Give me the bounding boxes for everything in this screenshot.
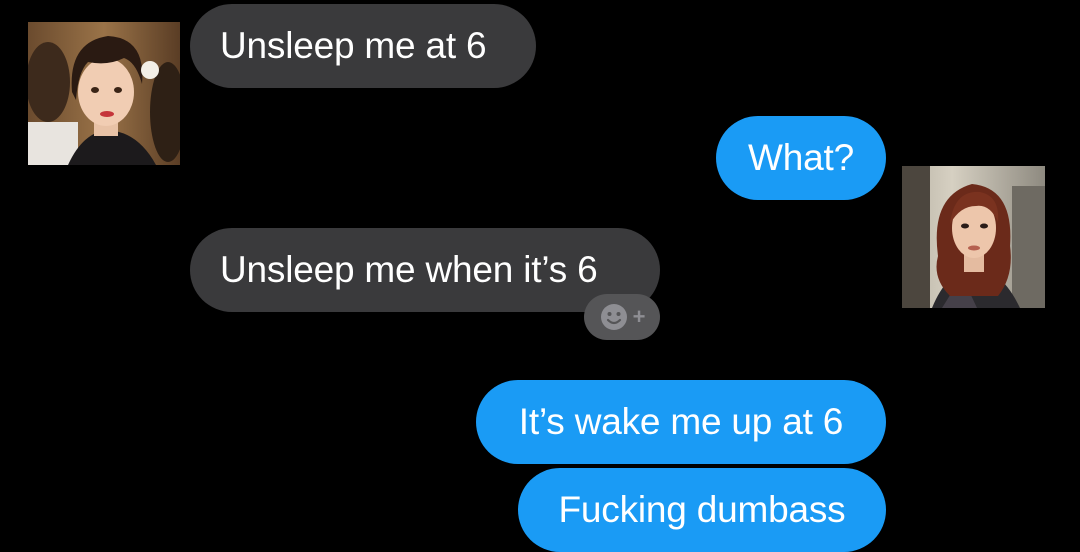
message-text: It’s wake me up at 6 xyxy=(518,401,844,442)
plus-icon: + xyxy=(632,304,646,329)
message-bubble-incoming[interactable]: Unsleep me at 6 xyxy=(190,4,536,88)
avatar-right xyxy=(902,166,1045,308)
message-bubble-outgoing[interactable]: Fucking dumbass xyxy=(518,468,886,552)
message-bubble-outgoing[interactable]: It’s wake me up at 6 xyxy=(476,380,886,464)
message-text: Fucking dumbass xyxy=(558,489,846,530)
avatar-left xyxy=(28,22,180,165)
message-text: What? xyxy=(748,137,854,178)
message-text: Unsleep me when it’s 6 xyxy=(220,249,598,290)
message-bubble-outgoing[interactable]: What? xyxy=(716,116,886,200)
message-bubble-incoming[interactable]: Unsleep me when it’s 6 xyxy=(190,228,660,312)
add-reaction-button[interactable]: + xyxy=(584,294,660,340)
message-text: Unsleep me at 6 xyxy=(220,25,487,66)
smiley-icon xyxy=(600,304,627,330)
